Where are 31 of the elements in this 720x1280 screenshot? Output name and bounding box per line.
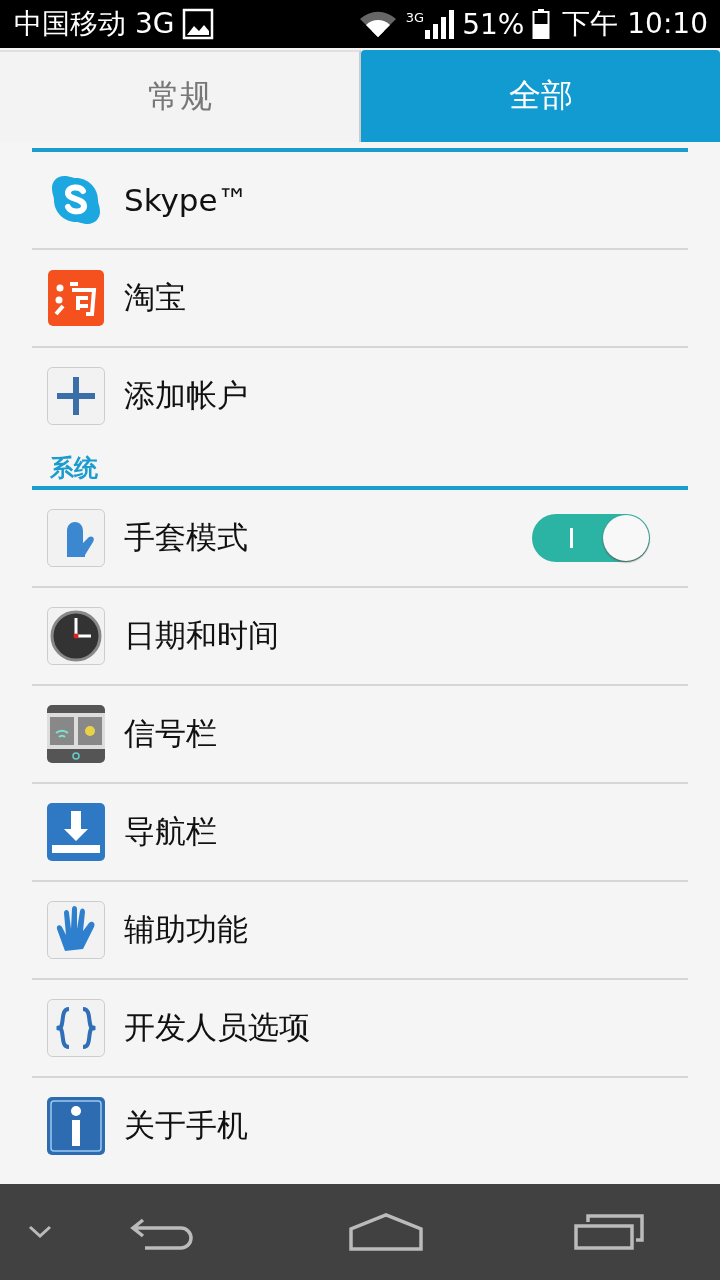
tab[interactable]: 常规 bbox=[0, 50, 361, 142]
setting-label[interactable]: 辅助功能 bbox=[124, 909, 688, 951]
setting-label[interactable]: 信号栏 bbox=[124, 713, 688, 755]
signal-icon bbox=[424, 8, 455, 40]
collapse-icon[interactable] bbox=[28, 1225, 52, 1239]
clock-icon bbox=[47, 607, 105, 665]
setting-label[interactable]: 手套模式 bbox=[124, 517, 514, 559]
setting-label[interactable]: 添加帐户 bbox=[124, 375, 688, 417]
info-icon bbox=[47, 1097, 105, 1155]
section-header: 系统 bbox=[49, 453, 99, 484]
mitten-icon bbox=[47, 509, 105, 567]
braces-icon bbox=[47, 999, 105, 1057]
battery-icon bbox=[532, 8, 551, 40]
toggle-switch[interactable] bbox=[532, 514, 650, 562]
hand-icon bbox=[47, 901, 105, 959]
recent-apps-icon[interactable] bbox=[573, 1214, 644, 1250]
setting-label[interactable]: 开发人员选项 bbox=[124, 1007, 688, 1049]
battery-percent: 51% bbox=[462, 7, 525, 41]
setting-label[interactable]: 日期和时间 bbox=[124, 615, 688, 657]
image-icon bbox=[182, 8, 215, 40]
carrier-label: 中国移动 3G bbox=[14, 6, 175, 42]
setting-label[interactable]: Skype™ bbox=[124, 182, 688, 218]
setting-label[interactable]: 导航栏 bbox=[124, 811, 688, 853]
home-icon[interactable] bbox=[349, 1213, 423, 1251]
setting-label[interactable]: 关于手机 bbox=[124, 1105, 688, 1147]
clock-time: 下午 10:10 bbox=[562, 6, 708, 42]
panel-icon bbox=[47, 705, 105, 763]
setting-label[interactable]: 淘宝 bbox=[124, 277, 688, 319]
plus-icon bbox=[47, 367, 105, 425]
network-label: 3G bbox=[405, 10, 425, 25]
app-tile-icon bbox=[48, 270, 104, 326]
